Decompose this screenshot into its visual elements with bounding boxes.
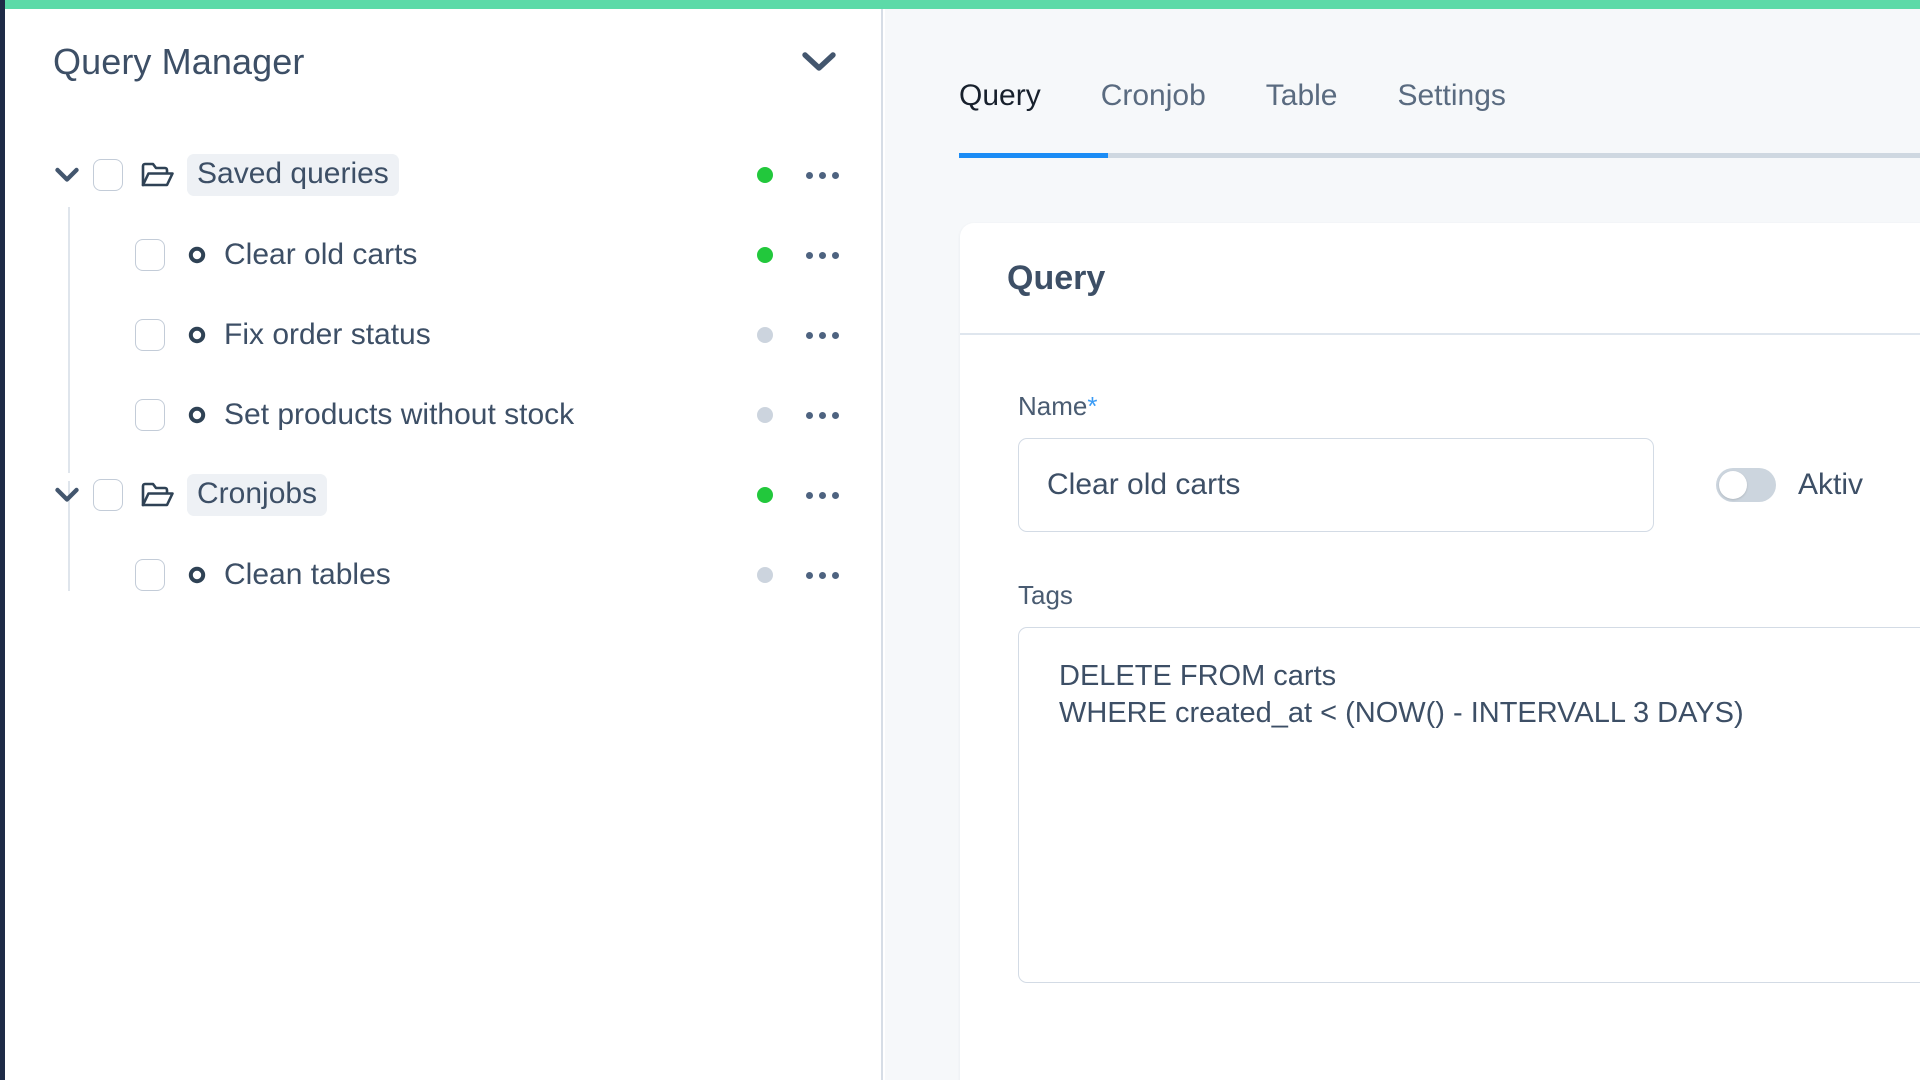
tree-item-checkbox[interactable] bbox=[135, 399, 165, 431]
status-badge bbox=[757, 407, 773, 423]
top-accent-bar bbox=[5, 0, 1920, 9]
chevron-down-icon bbox=[802, 51, 836, 73]
tree-item-label: Set products without stock bbox=[224, 398, 575, 431]
tree-group-label: Saved queries bbox=[187, 154, 399, 196]
ellipsis-icon[interactable] bbox=[799, 475, 845, 515]
record-icon bbox=[187, 325, 207, 345]
chevron-down-icon[interactable] bbox=[47, 475, 87, 515]
left-rail-accent bbox=[0, 0, 5, 1080]
query-card: Query Name* Clear old carts Aktiv Tags D… bbox=[960, 223, 1920, 1080]
ellipsis-icon[interactable] bbox=[799, 555, 845, 595]
tab-table[interactable]: Table bbox=[1266, 67, 1338, 135]
tags-field-block: Tags DELETE FROM carts WHERE created_at … bbox=[1018, 580, 1920, 983]
tree-group-saved-queries[interactable]: Saved queries bbox=[5, 135, 881, 215]
main-panel: Query Cronjob Table Settings Query Name*… bbox=[885, 9, 1920, 1080]
query-tree: Saved queries Clear old carts Fix order … bbox=[5, 135, 881, 615]
tree-item-label: Clear old carts bbox=[224, 238, 418, 271]
tree-item-clean-tables[interactable]: Clean tables bbox=[5, 535, 881, 615]
tab-cronjob[interactable]: Cronjob bbox=[1101, 67, 1206, 135]
status-badge bbox=[757, 567, 773, 583]
tree-group-checkbox[interactable] bbox=[93, 479, 123, 511]
folder-open-icon bbox=[141, 161, 175, 189]
sql-line: DELETE FROM carts bbox=[1059, 660, 1337, 692]
record-icon bbox=[187, 565, 207, 585]
status-badge bbox=[757, 487, 773, 503]
active-toggle[interactable] bbox=[1716, 468, 1776, 502]
query-manager-sidebar: Query Manager Saved queries Clear old ca… bbox=[5, 9, 883, 1080]
tags-textarea[interactable]: DELETE FROM carts WHERE created_at < (NO… bbox=[1018, 627, 1920, 983]
tags-field-label: Tags bbox=[1018, 580, 1073, 610]
sidebar-collapse-button[interactable] bbox=[795, 38, 843, 86]
active-toggle-label: Aktiv bbox=[1798, 468, 1864, 501]
tree-group-cronjobs[interactable]: Cronjobs bbox=[5, 455, 881, 535]
tree-item-checkbox[interactable] bbox=[135, 559, 165, 591]
tree-item-clear-old-carts[interactable]: Clear old carts bbox=[5, 215, 881, 295]
tree-item-set-products-without-stock[interactable]: Set products without stock bbox=[5, 375, 881, 455]
required-marker: * bbox=[1087, 391, 1098, 421]
tree-group-checkbox[interactable] bbox=[93, 159, 123, 191]
sql-line: WHERE created_at < (NOW() - INTERVALL 3 … bbox=[1059, 697, 1744, 730]
tab-settings[interactable]: Settings bbox=[1397, 67, 1505, 135]
ellipsis-icon[interactable] bbox=[799, 235, 845, 275]
tree-item-label: Clean tables bbox=[224, 558, 391, 591]
status-badge bbox=[757, 247, 773, 263]
status-badge bbox=[757, 167, 773, 183]
name-input[interactable]: Clear old carts bbox=[1018, 438, 1654, 532]
chevron-down-icon[interactable] bbox=[47, 155, 87, 195]
tree-group-label: Cronjobs bbox=[187, 474, 328, 516]
name-field-label: Name* bbox=[1018, 391, 1920, 422]
twisty-placeholder bbox=[47, 235, 87, 275]
toggle-knob bbox=[1719, 471, 1747, 499]
tree-item-checkbox[interactable] bbox=[135, 239, 165, 271]
query-card-header: Query bbox=[960, 223, 1920, 335]
app-root: Query Manager Saved queries Clear old ca… bbox=[0, 0, 1920, 1080]
ellipsis-icon[interactable] bbox=[799, 155, 845, 195]
record-icon bbox=[187, 245, 207, 265]
folder-open-icon bbox=[141, 481, 175, 509]
tab-active-indicator bbox=[959, 153, 1108, 158]
record-icon bbox=[187, 405, 207, 425]
query-card-title: Query bbox=[1007, 258, 1106, 297]
active-toggle-group[interactable]: Aktiv bbox=[1716, 468, 1863, 502]
name-label-text: Name bbox=[1018, 391, 1088, 421]
status-badge bbox=[757, 327, 773, 343]
name-field-row: Clear old carts Aktiv bbox=[1018, 438, 1920, 532]
twisty-placeholder bbox=[47, 555, 87, 595]
twisty-placeholder bbox=[47, 395, 87, 435]
query-card-body: Name* Clear old carts Aktiv Tags DELETE … bbox=[960, 335, 1920, 983]
tree-item-fix-order-status[interactable]: Fix order status bbox=[5, 295, 881, 375]
ellipsis-icon[interactable] bbox=[799, 395, 845, 435]
sidebar-header: Query Manager bbox=[5, 9, 881, 114]
tab-bar: Query Cronjob Table Settings bbox=[885, 67, 1920, 153]
tree-item-checkbox[interactable] bbox=[135, 319, 165, 351]
name-input-value: Clear old carts bbox=[1047, 468, 1241, 501]
tree-item-label: Fix order status bbox=[224, 318, 431, 351]
tab-query[interactable]: Query bbox=[959, 67, 1041, 135]
page-title: Query Manager bbox=[53, 40, 305, 82]
twisty-placeholder bbox=[47, 315, 87, 355]
ellipsis-icon[interactable] bbox=[799, 315, 845, 355]
